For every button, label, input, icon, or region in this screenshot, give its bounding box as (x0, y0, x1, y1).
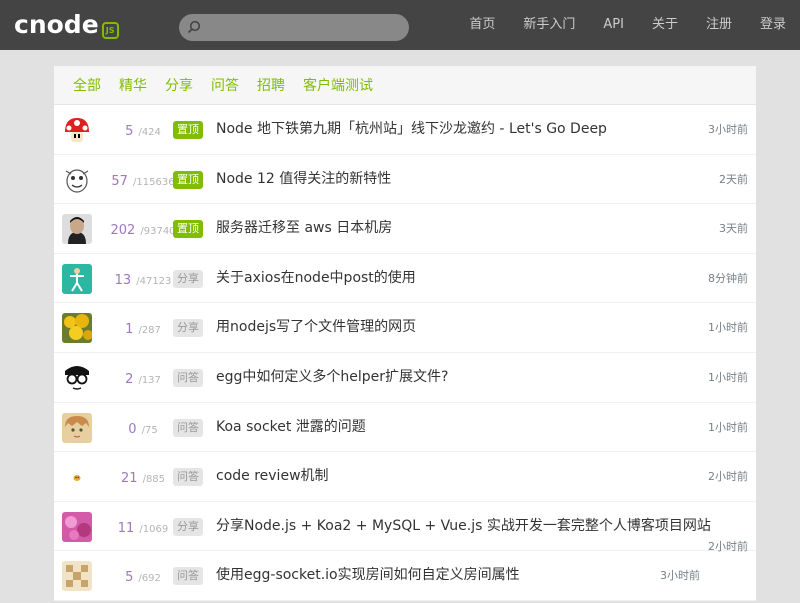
search-input[interactable] (207, 17, 402, 38)
tab-all[interactable]: 全部 (64, 75, 110, 95)
cnode-logo[interactable]: cnode JS (14, 10, 119, 39)
visit-count: /287 (138, 325, 161, 337)
last-reply-time[interactable]: 3小时前 (708, 105, 748, 154)
topic-row[interactable]: 5 /692 问答 使用egg-socket.io实现房间如何自定义房间属性 3… (54, 551, 756, 601)
last-reply-time[interactable]: 3小时前 (660, 551, 700, 600)
topic-row[interactable]: 2 /137 问答 egg中如何定义多个helper扩展文件? 1小时前 (54, 353, 756, 403)
reply-count: 5 (125, 570, 134, 586)
nav-signup[interactable]: 注册 (692, 0, 746, 50)
topic-tag: 分享 (173, 319, 203, 338)
logo-js-badge: JS (101, 21, 119, 39)
topic-title[interactable]: Node 地下铁第九期「杭州站」线下沙龙邀约 - Let's Go Deep (216, 105, 607, 154)
reply-count: 1 (125, 322, 134, 338)
reply-count: 21 (120, 471, 138, 487)
visit-count: /75 (141, 424, 158, 436)
visit-count: /424 (138, 127, 161, 138)
topic-title[interactable]: 分享Node.js + Koa2 + MySQL + Vue.js 实战开发一套… (216, 502, 711, 551)
user-avatar[interactable] (62, 362, 92, 393)
visit-count: /47123 (136, 275, 172, 287)
user-avatar[interactable] (62, 412, 92, 443)
topic-row[interactable]: 0 /75 问答 Koa socket 泄露的问题 1小时前 (54, 403, 756, 453)
user-avatar[interactable] (62, 115, 92, 145)
topic-title[interactable]: code review机制 (216, 452, 329, 501)
reply-count: 13 (114, 272, 132, 288)
reply-count: 2 (125, 371, 134, 387)
user-avatar[interactable] (62, 214, 92, 245)
topic-tag: 问答 (173, 567, 203, 586)
visit-count: /137 (138, 374, 161, 386)
topic-row[interactable]: 5 /424 置顶 Node 地下铁第九期「杭州站」线下沙龙邀约 - Let's… (54, 105, 756, 155)
topic-title[interactable]: 关于axios在node中post的使用 (216, 254, 416, 303)
top-nav: 首页 新手入门 API 关于 注册 登录 (455, 0, 800, 50)
topic-row[interactable]: 13 /47123 分享 关于axios在node中post的使用 8分钟前 (54, 254, 756, 304)
topic-title[interactable]: Koa socket 泄露的问题 (216, 403, 366, 452)
tab-ask[interactable]: 问答 (202, 75, 248, 95)
topic-title[interactable]: 使用egg-socket.io实现房间如何自定义房间属性 (216, 551, 520, 600)
topic-tag: 置顶 (173, 220, 203, 239)
topic-tabs: 全部 精华 分享 问答 招聘 客户端测试 (54, 66, 756, 105)
topic-tag: 分享 (173, 517, 203, 536)
visit-count: /885 (142, 474, 166, 486)
topic-title[interactable]: 用nodejs写了个文件管理的网页 (216, 303, 416, 352)
last-reply-time[interactable]: 1小时前 (708, 403, 748, 452)
topic-row[interactable]: 1 /287 分享 用nodejs写了个文件管理的网页 1小时前 (54, 303, 756, 353)
logo-text: cnode (14, 10, 99, 39)
last-reply-time[interactable]: 1小时前 (708, 353, 748, 402)
nav-home[interactable]: 首页 (455, 0, 509, 50)
visit-count: /115636 (133, 176, 175, 188)
topic-tag: 置顶 (173, 170, 203, 189)
reply-count: 11 (117, 520, 135, 536)
topic-panel: 全部 精华 分享 问答 招聘 客户端测试 5 /424 置顶 Node 地下铁第… (54, 66, 756, 601)
user-avatar[interactable] (62, 263, 92, 294)
last-reply-time[interactable]: 1小时前 (708, 303, 748, 352)
visit-count: /692 (138, 573, 161, 585)
topic-title[interactable]: egg中如何定义多个helper扩展文件? (216, 353, 448, 402)
topic-row[interactable]: 57 /115636 置顶 Node 12 值得关注的新特性 2天前 (54, 155, 756, 205)
visit-count: /1069 (139, 523, 169, 535)
last-reply-time[interactable]: 2小时前 (708, 452, 748, 501)
search-icon (187, 20, 201, 34)
topic-row[interactable]: 202 /93740 置顶 服务器迁移至 aws 日本机房 3天前 (54, 204, 756, 254)
search-box (179, 14, 409, 41)
user-avatar[interactable] (62, 164, 92, 195)
tab-good[interactable]: 精华 (110, 75, 156, 95)
topic-tag: 置顶 (173, 121, 203, 139)
reply-count: 0 (128, 421, 137, 437)
topic-tag: 问答 (173, 468, 203, 487)
topic-title[interactable]: Node 12 值得关注的新特性 (216, 155, 391, 204)
topic-row[interactable]: 11 /1069 分享 分享Node.js + Koa2 + MySQL + V… (54, 502, 756, 553)
last-reply-time[interactable]: 3天前 (719, 204, 748, 253)
tab-job[interactable]: 招聘 (248, 75, 294, 95)
reply-count: 57 (111, 173, 128, 189)
nav-about[interactable]: 关于 (638, 0, 692, 50)
tab-dev[interactable]: 客户端测试 (294, 75, 382, 95)
topic-title[interactable]: 服务器迁移至 aws 日本机房 (216, 204, 392, 253)
nav-api[interactable]: API (589, 0, 638, 50)
topic-tag: 分享 (173, 269, 203, 288)
topic-tag: 问答 (173, 418, 203, 437)
last-reply-time[interactable]: 8分钟前 (708, 254, 748, 303)
visit-count: /93740 (140, 226, 176, 238)
last-reply-time[interactable]: 2天前 (719, 155, 748, 204)
topic-row[interactable]: 21 /885 问答 code review机制 2小时前 (54, 452, 756, 502)
topic-tag: 问答 (173, 368, 203, 387)
navbar: cnode JS 首页 新手入门 API 关于 注册 登录 (0, 0, 800, 50)
user-avatar[interactable] (62, 462, 92, 493)
nav-getstart[interactable]: 新手入门 (509, 0, 589, 50)
user-avatar[interactable] (62, 511, 92, 542)
nav-signin[interactable]: 登录 (746, 0, 800, 50)
reply-count: 202 (110, 223, 136, 239)
user-avatar[interactable] (62, 561, 92, 592)
tab-share[interactable]: 分享 (156, 75, 202, 95)
reply-count: 5 (125, 124, 134, 139)
user-avatar[interactable] (62, 313, 92, 344)
topic-list: 5 /424 置顶 Node 地下铁第九期「杭州站」线下沙龙邀约 - Let's… (54, 105, 756, 601)
